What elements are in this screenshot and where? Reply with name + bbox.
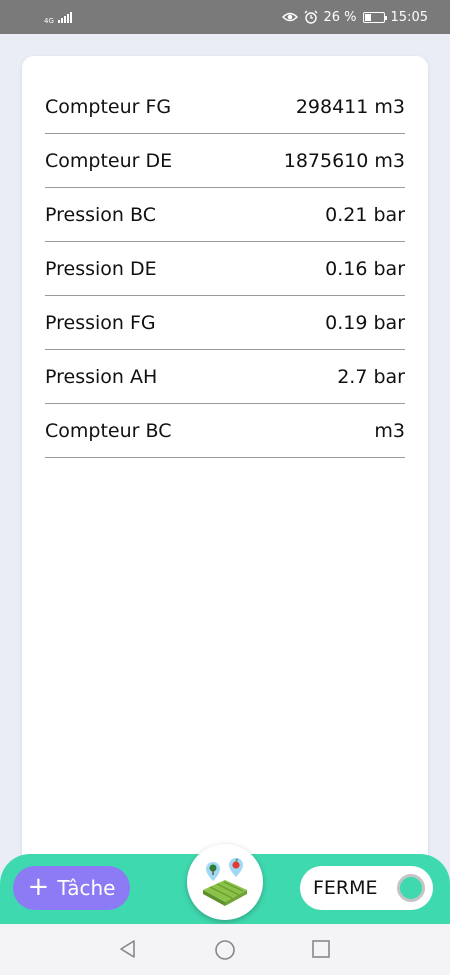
- reading-label: Pression AH: [45, 365, 158, 388]
- reading-value: 0.19 bar: [325, 311, 405, 334]
- back-icon[interactable]: [118, 939, 138, 959]
- reading-value: 2.7 bar: [337, 365, 405, 388]
- reading-label: Compteur DE: [45, 149, 173, 172]
- home-icon[interactable]: [214, 939, 236, 961]
- clock: 15:05: [390, 9, 428, 25]
- reading-value: m3: [374, 419, 405, 442]
- farm-field-icon: [203, 858, 247, 906]
- network-type: 4G: [44, 17, 54, 25]
- add-task-label: Tâche: [57, 876, 116, 900]
- reading-row[interactable]: Pression DE 0.16 bar: [45, 242, 405, 296]
- reading-row[interactable]: Compteur FG 298411 m3: [45, 80, 405, 134]
- reading-value: 0.21 bar: [325, 203, 405, 226]
- status-left: 4G: [44, 9, 72, 25]
- battery-percent: 26 %: [323, 9, 357, 25]
- reading-row[interactable]: Pression BC 0.21 bar: [45, 188, 405, 242]
- status-right: 26 % 15:05: [281, 9, 428, 25]
- battery-icon: [362, 11, 387, 23]
- reading-label: Compteur FG: [45, 95, 172, 118]
- readings-card: Compteur FG 298411 m3 Compteur DE 187561…: [22, 56, 428, 876]
- reading-row[interactable]: Pression AH 2.7 bar: [45, 350, 405, 404]
- add-task-button[interactable]: + Tâche: [13, 866, 130, 910]
- reading-row[interactable]: Compteur BC m3: [45, 404, 405, 458]
- alarm-icon: [304, 10, 317, 24]
- recent-apps-icon[interactable]: [311, 939, 331, 959]
- ferme-toggle[interactable]: FERME: [300, 866, 433, 910]
- signal-icon: [57, 11, 72, 23]
- reading-label: Pression FG: [45, 311, 156, 334]
- status-bar: 4G 26 % 15:05: [0, 0, 450, 34]
- plus-icon: +: [27, 872, 50, 902]
- reading-label: Compteur BC: [45, 419, 172, 442]
- toggle-knob: [397, 874, 425, 902]
- reading-row[interactable]: Pression FG 0.19 bar: [45, 296, 405, 350]
- reading-label: Pression BC: [45, 203, 156, 226]
- system-nav-bar: [0, 924, 450, 975]
- reading-value: 1875610 m3: [283, 149, 405, 172]
- farm-logo-button[interactable]: [187, 844, 263, 920]
- eye-icon: [281, 12, 298, 22]
- reading-label: Pression DE: [45, 257, 157, 280]
- reading-value: 0.16 bar: [325, 257, 405, 280]
- reading-value: 298411 m3: [295, 95, 405, 118]
- ferme-toggle-label: FERME: [313, 877, 378, 899]
- reading-row[interactable]: Compteur DE 1875610 m3: [45, 134, 405, 188]
